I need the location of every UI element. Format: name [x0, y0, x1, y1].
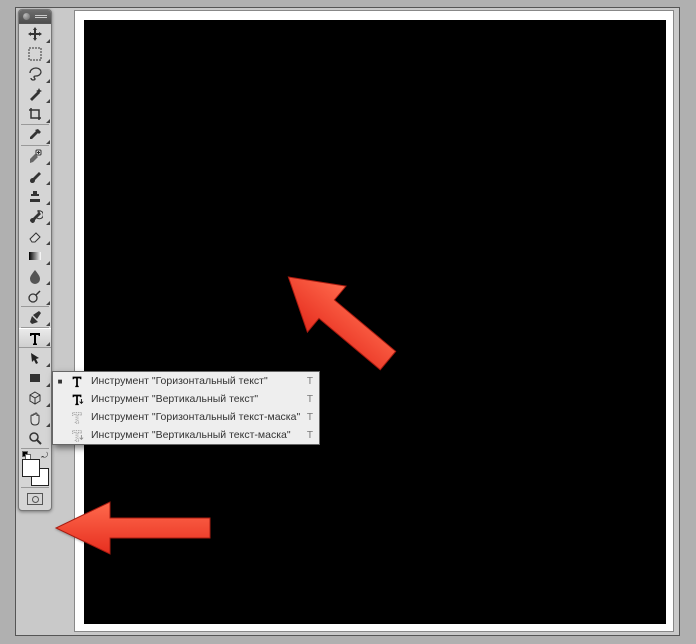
blur-tool[interactable]: [19, 266, 51, 286]
flyout-item[interactable]: ■ Инструмент "Горизонтальный текст" T: [53, 372, 319, 390]
lasso-icon: [27, 66, 43, 82]
flyout-indicator-icon: [46, 301, 50, 305]
flyout-indicator-icon: [46, 59, 50, 63]
healing-brush-tool[interactable]: [19, 146, 51, 166]
flyout-indicator-icon: [46, 221, 50, 225]
flyout-item-shortcut: T: [307, 376, 313, 387]
flyout-item-shortcut: T: [307, 412, 313, 423]
swap-colors-icon[interactable]: ⤾: [41, 451, 48, 461]
eraser-tool[interactable]: [19, 226, 51, 246]
active-marker-icon: ■: [57, 377, 63, 386]
panel-menu-icon[interactable]: [35, 13, 47, 20]
type-tool-flyout: ■Инструмент "Горизонтальный текст"TИнстр…: [52, 371, 320, 445]
flyout-item-label: Инструмент "Вертикальный текст": [91, 393, 301, 405]
default-colors-icon[interactable]: [22, 451, 28, 457]
marquee-tool[interactable]: [19, 44, 51, 64]
marquee-icon: [27, 46, 43, 62]
flyout-item-shortcut: T: [307, 394, 313, 405]
brush-tool[interactable]: [19, 166, 51, 186]
flyout-indicator-icon: [46, 423, 50, 427]
flyout-indicator-icon: [46, 119, 50, 123]
3d-tool[interactable]: [19, 388, 51, 408]
flyout-indicator-icon: [46, 403, 50, 407]
wand-icon: [27, 86, 43, 102]
type-hm-icon: [69, 410, 85, 424]
flyout-indicator-icon: [46, 383, 50, 387]
history-brush-tool[interactable]: [19, 206, 51, 226]
gradient-tool[interactable]: [19, 246, 51, 266]
type-tool[interactable]: [19, 328, 51, 348]
hand-tool[interactable]: [19, 408, 51, 428]
flyout-indicator-icon: [46, 99, 50, 103]
flyout-item-label: Инструмент "Горизонтальный текст-маска": [91, 411, 301, 423]
flyout-item-label: Инструмент "Горизонтальный текст": [91, 375, 301, 387]
flyout-item-label: Инструмент "Вертикальный текст-маска": [91, 429, 301, 441]
flyout-item-shortcut: T: [307, 430, 313, 441]
shape-tool[interactable]: [19, 368, 51, 388]
flyout-item[interactable]: Инструмент "Горизонтальный текст-маска" T: [53, 408, 319, 426]
flyout-indicator-icon: [46, 342, 50, 346]
gradient-icon: [27, 248, 43, 264]
eraser-icon: [27, 228, 43, 244]
flyout-indicator-icon: [46, 322, 50, 326]
type-icon: [27, 330, 43, 346]
flyout-indicator-icon: [46, 281, 50, 285]
dodge-icon: [27, 288, 43, 304]
flyout-indicator-icon: [46, 161, 50, 165]
document-window: [74, 10, 674, 632]
document-canvas[interactable]: [84, 20, 666, 624]
pen-icon: [27, 309, 43, 325]
move-tool[interactable]: [19, 24, 51, 44]
stamp-icon: [27, 188, 43, 204]
zoom-tool[interactable]: [19, 428, 51, 448]
magic-wand-tool[interactable]: [19, 84, 51, 104]
cube-icon: [27, 390, 43, 406]
hand-icon: [27, 410, 43, 426]
flyout-item[interactable]: Инструмент "Вертикальный текст" T: [53, 390, 319, 408]
history-icon: [27, 208, 43, 224]
flyout-indicator-icon: [46, 181, 50, 185]
tools-panel-header[interactable]: [19, 10, 51, 24]
tools-panel: ⤾: [18, 9, 52, 511]
color-swatches: ⤾: [19, 449, 51, 487]
flyout-indicator-icon: [46, 79, 50, 83]
type-v-icon: [69, 392, 85, 406]
flyout-indicator-icon: [46, 201, 50, 205]
eyedrop-icon: [27, 127, 43, 143]
brush-icon: [27, 168, 43, 184]
clone-stamp-tool[interactable]: [19, 186, 51, 206]
flyout-item[interactable]: Инструмент "Вертикальный текст-маска" T: [53, 426, 319, 444]
quickmask-toggle[interactable]: [19, 488, 51, 510]
dodge-tool[interactable]: [19, 286, 51, 306]
crop-icon: [27, 106, 43, 122]
type-h-icon: [69, 374, 85, 388]
flyout-indicator-icon: [46, 140, 50, 144]
flyout-indicator-icon: [46, 261, 50, 265]
pen-tool[interactable]: [19, 307, 51, 327]
type-vm-icon: [69, 428, 85, 442]
flyout-indicator-icon: [46, 241, 50, 245]
pathsel-icon: [27, 350, 43, 366]
foreground-color-swatch[interactable]: [22, 459, 40, 477]
blur-icon: [27, 268, 43, 284]
flyout-indicator-icon: [46, 363, 50, 367]
zoom-icon: [27, 430, 43, 446]
lasso-tool[interactable]: [19, 64, 51, 84]
eyedropper-tool[interactable]: [19, 125, 51, 145]
panel-collapse-icon[interactable]: [23, 13, 30, 20]
crop-tool[interactable]: [19, 104, 51, 124]
rect-icon: [27, 370, 43, 386]
flyout-indicator-icon: [46, 39, 50, 43]
move-icon: [27, 26, 43, 42]
heal-icon: [27, 148, 43, 164]
path-select-tool[interactable]: [19, 348, 51, 368]
